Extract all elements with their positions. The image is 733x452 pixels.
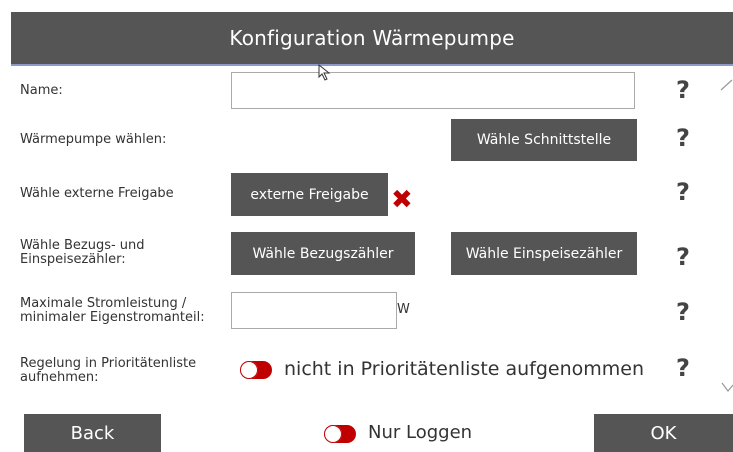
meters-label-line1: Wähle Bezugs- und: [20, 238, 145, 253]
power-label-line2: minimaler Eigenstromanteil:: [20, 310, 205, 325]
help-button-heatpump[interactable]: ?: [673, 124, 693, 152]
help-button-priority[interactable]: ?: [673, 354, 693, 382]
priority-toggle-text: nicht in Prioritätenliste aufgenommen: [284, 358, 645, 380]
page-title: Konfiguration Wärmepumpe: [229, 26, 515, 50]
select-consumption-meter-button[interactable]: Wähle Bezugszähler: [231, 232, 415, 275]
back-button[interactable]: Back: [24, 414, 161, 452]
title-underline: [11, 64, 733, 66]
log-only-label: Nur Loggen: [368, 422, 473, 443]
priority-toggle-knob: [240, 361, 258, 379]
scroll-up-icon[interactable]: [720, 78, 733, 92]
select-interface-button[interactable]: Wähle Schnittstelle: [451, 119, 637, 161]
ok-button[interactable]: OK: [594, 414, 733, 452]
help-button-release[interactable]: ?: [673, 178, 693, 206]
priority-label-line2: aufnehmen:: [20, 370, 99, 385]
heatpump-label: Wärmepumpe wählen:: [20, 132, 167, 147]
help-button-power[interactable]: ?: [673, 298, 693, 326]
release-label: Wähle externe Freigabe: [20, 186, 174, 201]
external-release-button[interactable]: externe Freigabe: [231, 173, 388, 216]
help-button-name[interactable]: ?: [673, 76, 693, 104]
log-only-toggle[interactable]: [324, 425, 356, 443]
name-label: Name:: [20, 83, 63, 98]
power-unit: W: [397, 302, 410, 317]
priority-label-line1: Regelung in Prioritätenliste: [20, 356, 197, 371]
meters-label-line2: Einspeisezähler:: [20, 252, 126, 267]
meters-label: Wähle Bezugs- und Einspeisezähler:: [20, 239, 145, 267]
priority-label: Regelung in Prioritätenliste aufnehmen:: [20, 357, 196, 385]
log-only-toggle-knob: [324, 425, 342, 443]
top-strip: [0, 0, 733, 12]
power-label: Maximale Stromleistung / minimaler Eigen…: [20, 297, 205, 325]
name-input[interactable]: [231, 72, 635, 109]
power-input[interactable]: [231, 292, 397, 329]
mouse-cursor-icon: [318, 64, 331, 81]
title-bar: Konfiguration Wärmepumpe: [11, 12, 733, 64]
power-label-line1: Maximale Stromleistung /: [20, 296, 187, 311]
scroll-down-icon[interactable]: [721, 380, 733, 394]
select-feedin-meter-button[interactable]: Wähle Einspeisezähler: [451, 232, 637, 275]
priority-toggle[interactable]: [240, 361, 272, 379]
help-button-meters[interactable]: ?: [673, 243, 693, 271]
close-icon[interactable]: ✖: [391, 187, 413, 213]
